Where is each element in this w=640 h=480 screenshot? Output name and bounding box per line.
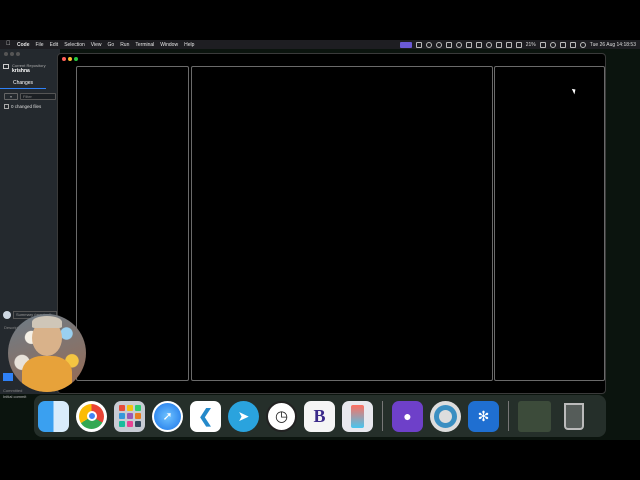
battery-icon[interactable]	[515, 41, 522, 48]
desktop-screen:  Code File Edit Selection View Go Run T…	[0, 40, 640, 440]
apple-menu-icon[interactable]: 	[6, 41, 13, 48]
battery-percent: 21%	[525, 41, 536, 48]
window-controls	[4, 52, 20, 56]
search-icon[interactable]	[559, 41, 566, 48]
clock-icon[interactable]: ◷	[266, 400, 297, 432]
user-icon[interactable]	[549, 41, 556, 48]
tab-changes[interactable]: Changes	[0, 79, 46, 89]
iphone-mirroring-icon[interactable]	[342, 400, 373, 432]
menu-selection[interactable]: Selection	[64, 42, 85, 48]
close-button[interactable]	[4, 52, 8, 56]
dock-separator	[508, 401, 509, 431]
menu-terminal[interactable]: Terminal	[135, 42, 154, 48]
monitor-icon	[3, 64, 9, 69]
current-repository[interactable]: Current Repository krishna	[3, 63, 46, 74]
volume-icon[interactable]	[495, 41, 502, 48]
chrome-ring	[79, 403, 104, 429]
menu-edit[interactable]: Edit	[50, 42, 59, 48]
changed-files-count: 0 changed files	[11, 104, 42, 109]
control-center-icon[interactable]	[569, 41, 576, 48]
center-pane[interactable]	[191, 66, 493, 381]
person-hair	[32, 316, 62, 328]
zoom-button[interactable]	[74, 57, 78, 61]
menu-view[interactable]: View	[91, 42, 102, 48]
quicktime-ring	[434, 404, 457, 428]
menu-run[interactable]: Run	[120, 42, 129, 48]
menu-help[interactable]: Help	[184, 42, 194, 48]
repo-name: krishna	[12, 68, 30, 74]
dock-separator	[382, 401, 383, 431]
screenshot-icon[interactable]	[415, 41, 422, 48]
display-icon[interactable]	[445, 41, 452, 48]
changed-files-row: 0 changed files	[4, 104, 41, 109]
preview-icon[interactable]	[518, 400, 551, 432]
filter-icon: ▿	[9, 94, 12, 99]
launchpad-grid	[118, 405, 141, 427]
minimize-button[interactable]	[68, 57, 72, 61]
person-shirt	[22, 356, 72, 392]
trash-bin	[563, 402, 584, 430]
github-desktop-icon[interactable]: ●	[392, 400, 423, 432]
left-pane[interactable]	[76, 66, 189, 381]
menu-go[interactable]: Go	[108, 42, 115, 48]
screen-recording-icon[interactable]	[399, 41, 412, 48]
menu-file[interactable]: File	[36, 42, 44, 48]
chrome-center	[86, 411, 97, 421]
quicktime-icon[interactable]	[430, 400, 461, 432]
bbedit-icon[interactable]: B	[304, 400, 335, 432]
avatar	[3, 311, 11, 319]
close-button[interactable]	[62, 57, 66, 61]
play-icon[interactable]	[485, 41, 492, 48]
window-icon[interactable]	[465, 41, 472, 48]
filter-input[interactable]: Filter	[20, 93, 56, 100]
status-icons: 21% Tue 26 Aug 14:18:53	[399, 40, 636, 49]
vscode-icon[interactable]: ❮	[190, 400, 221, 432]
safari-icon[interactable]: ➚	[152, 400, 183, 432]
telegram-icon[interactable]: ➤	[228, 400, 259, 432]
phone-screen	[351, 404, 364, 428]
dock: ➚ ❮ ➤ ◷ B ● ✻	[34, 395, 606, 437]
menu-app-name[interactable]: Code	[17, 42, 30, 48]
compass-icon: ➚	[154, 402, 181, 430]
menubar-clock[interactable]: Tue 26 Aug 14:18:53	[590, 42, 636, 48]
wifi-icon[interactable]	[539, 41, 546, 48]
bluetooth-icon[interactable]	[505, 41, 512, 48]
chrome-icon[interactable]	[76, 400, 107, 432]
webcam-overlay	[8, 314, 86, 392]
trash-icon[interactable]	[558, 401, 589, 432]
siri-icon[interactable]	[579, 41, 586, 48]
mirror-icon[interactable]	[475, 41, 482, 48]
extension-icon[interactable]	[435, 41, 442, 48]
menu-bar:  Code File Edit Selection View Go Run T…	[0, 40, 640, 49]
app-window	[57, 53, 606, 394]
zoom-button[interactable]	[16, 52, 20, 56]
window-controls	[62, 57, 78, 61]
right-pane[interactable]	[494, 66, 605, 381]
time-machine-icon[interactable]	[455, 41, 462, 48]
launchpad-icon[interactable]	[114, 400, 145, 432]
committed-label: Committed	[3, 388, 23, 393]
menu-window[interactable]: Window	[160, 42, 178, 48]
commit-button[interactable]	[3, 373, 13, 381]
system-settings-icon[interactable]: ✻	[468, 400, 499, 432]
filter-options-button[interactable]: ▿	[4, 93, 18, 100]
minimize-button[interactable]	[10, 52, 14, 56]
record-icon[interactable]	[425, 41, 432, 48]
finder-icon[interactable]	[38, 400, 69, 432]
filter-bar: ▿ Filter	[4, 93, 56, 100]
select-all-checkbox[interactable]	[4, 104, 9, 109]
last-commit-message: Initial commit	[3, 394, 27, 399]
